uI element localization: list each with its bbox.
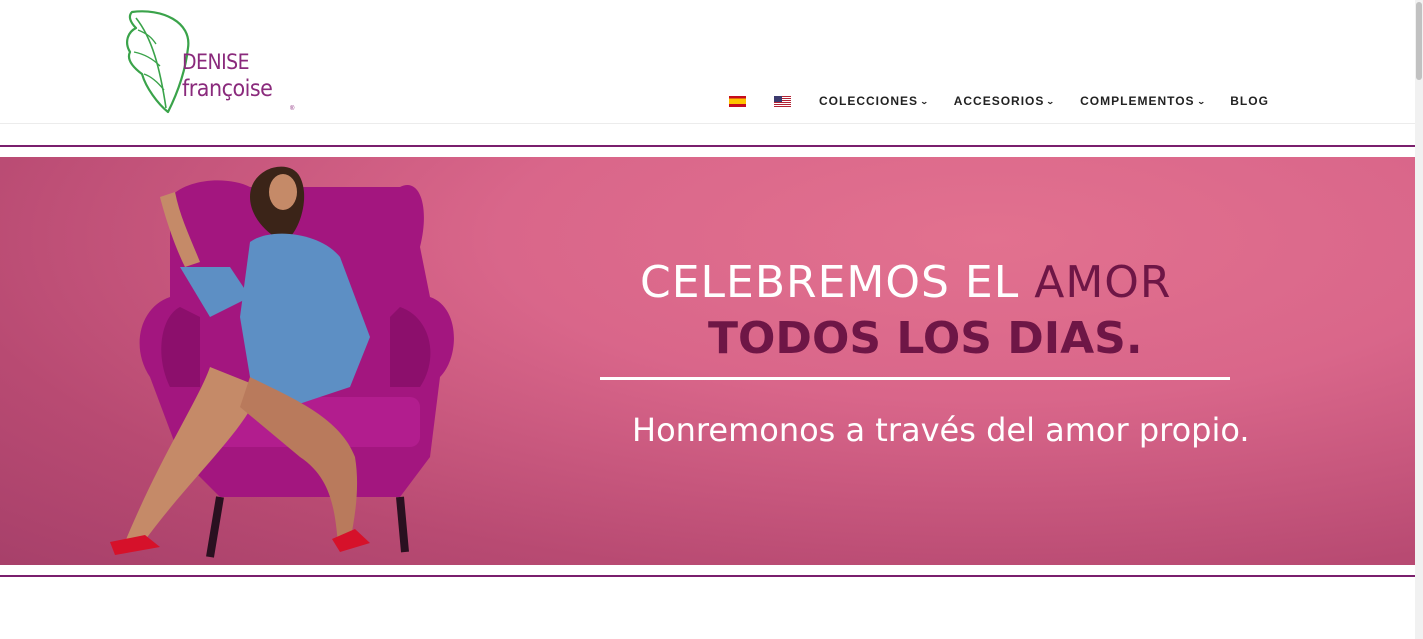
top-divider [0, 145, 1415, 147]
main-nav: COLECCIONES ⌄ ACCESORIOS ⌄ COMPLEMENTOS … [729, 92, 1294, 110]
chevron-down-icon: ⌄ [919, 96, 930, 106]
nav-item-colecciones[interactable]: COLECCIONES ⌄ [819, 94, 929, 108]
site-header: DENISE françoise ® COLECCIONES ⌄ ACCESOR… [0, 0, 1415, 124]
brand-logo[interactable]: DENISE françoise ® [122, 8, 302, 116]
hero-subline: Honremonos a través del amor propio. [632, 411, 1250, 449]
page-scrollbar[interactable] [1415, 0, 1423, 639]
scrollbar-thumb[interactable] [1416, 2, 1422, 80]
spain-flag-icon[interactable] [729, 95, 746, 107]
model-in-armchair-image [110, 166, 454, 558]
nav-item-label: COLECCIONES [819, 94, 919, 108]
hero-headline-accent: AMOR [1034, 257, 1172, 308]
nav-item-blog[interactable]: BLOG [1230, 94, 1269, 108]
logo-name-line1: DENISE [182, 50, 250, 74]
hero-headline: CELEBREMOS EL AMOR [640, 257, 1172, 308]
nav-item-label: COMPLEMENTOS [1080, 94, 1195, 108]
chevron-down-icon: ⌄ [1196, 96, 1207, 106]
chevron-down-icon: ⌄ [1046, 96, 1057, 106]
nav-item-label: BLOG [1230, 94, 1269, 108]
logo-name-line2: françoise [182, 76, 273, 102]
bottom-divider [0, 575, 1415, 577]
hero-banner[interactable]: CELEBREMOS EL AMOR TODOS LOS DIAS. Honre… [0, 157, 1415, 565]
nav-item-label: ACCESORIOS [953, 94, 1045, 108]
registered-mark: ® [290, 106, 295, 112]
usa-flag-icon[interactable] [774, 95, 791, 107]
hero-headline-white: CELEBREMOS EL [640, 257, 1035, 308]
nav-item-accesorios[interactable]: ACCESORIOS ⌄ [954, 94, 1055, 108]
nav-item-complementos[interactable]: COMPLEMENTOS ⌄ [1080, 94, 1205, 108]
hero-divider [600, 377, 1230, 380]
hero-headline-line2: TODOS LOS DIAS. [708, 313, 1143, 364]
